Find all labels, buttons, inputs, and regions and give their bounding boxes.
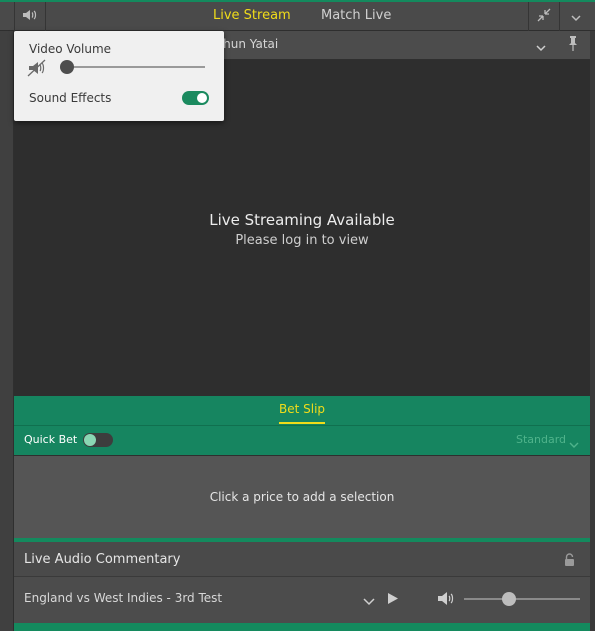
sound-effects-label: Sound Effects (29, 91, 112, 105)
active-tab-underline (279, 422, 325, 424)
commentary-header: Live Audio Commentary (14, 542, 590, 577)
right-edge (590, 30, 595, 631)
minimize-button[interactable] (528, 2, 559, 31)
speaker-icon[interactable] (437, 591, 455, 610)
bet-slip-header: Bet Slip (14, 396, 590, 426)
empty-message: Click a price to add a selection (209, 490, 395, 504)
volume-popover: Video Volume Sound Effects (14, 31, 224, 121)
tab-bet-slip[interactable]: Bet Slip (279, 402, 325, 416)
commentary-player: England vs West Indies - 3rd Test (14, 577, 590, 623)
play-icon[interactable] (387, 590, 399, 609)
tab-live-stream[interactable]: Live Stream (213, 8, 291, 23)
sound-effects-toggle[interactable] (182, 91, 209, 105)
bet-slip-empty-state: Click a price to add a selection (14, 456, 590, 538)
quick-bet-bar: Quick Bet Standard (14, 426, 590, 456)
sound-button[interactable] (14, 2, 46, 31)
tab-match-live[interactable]: Match Live (321, 8, 391, 23)
stream-status-title: Live Streaming Available (209, 211, 395, 229)
video-volume-label: Video Volume (29, 42, 112, 56)
commentary-volume-slider[interactable] (502, 592, 516, 606)
chevron-down-icon[interactable] (536, 37, 546, 56)
panel-menu-button[interactable] (559, 2, 591, 31)
minimize-icon (537, 7, 551, 26)
top-bar: Live Stream Match Live (0, 0, 595, 31)
speaker-icon (22, 7, 38, 26)
live-panel: Live Stream Match Live angchun Yatai Liv… (0, 0, 595, 631)
quick-bet-label: Quick Bet (24, 433, 78, 446)
bet-mode-select[interactable]: Standard (516, 433, 566, 446)
lock-icon[interactable] (564, 551, 575, 570)
left-gutter (0, 30, 14, 631)
commentary-volume-track[interactable] (464, 598, 580, 600)
commentary-match-name[interactable]: England vs West Indies - 3rd Test (24, 591, 222, 605)
quick-bet-toggle[interactable] (83, 433, 113, 447)
chevron-down-icon[interactable] (569, 434, 579, 453)
video-volume-slider[interactable] (60, 60, 74, 74)
chevron-down-icon (570, 7, 581, 26)
commentary-title: Live Audio Commentary (24, 552, 181, 567)
bottom-divider (14, 623, 590, 631)
stream-status-subtitle: Please log in to view (235, 233, 369, 248)
muted-speaker-icon[interactable] (27, 59, 49, 81)
video-volume-track[interactable] (67, 66, 205, 68)
chevron-down-icon[interactable] (363, 591, 375, 610)
pin-icon[interactable] (567, 36, 579, 55)
